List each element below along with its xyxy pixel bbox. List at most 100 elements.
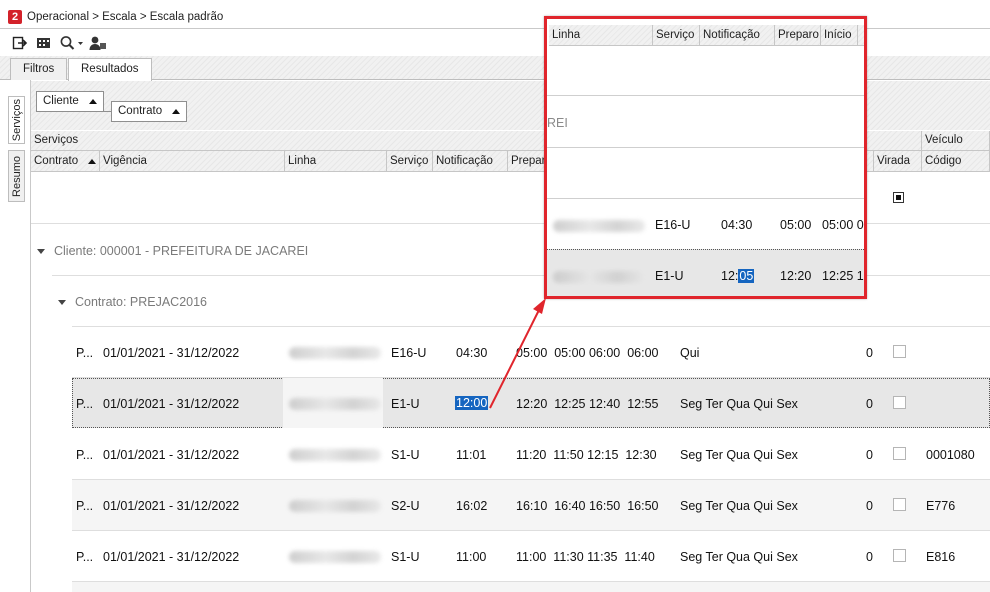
zoom-cell-servico: E1-U xyxy=(655,269,684,283)
cell-notificacao: 11:01 xyxy=(456,448,487,462)
zoom-col-preparo: Preparo xyxy=(775,25,821,46)
cell-value: 0 xyxy=(866,346,873,360)
cell-servico: E16-U xyxy=(391,346,427,360)
zoom-divider xyxy=(547,95,864,96)
side-tab-servicos-label: Serviços xyxy=(10,98,23,142)
side-tab-resumo[interactable]: Resumo xyxy=(8,150,25,202)
cell-vigencia: 01/01/2021 - 31/12/2022 xyxy=(103,499,240,513)
zoom-notificacao-prefix: 12: xyxy=(721,269,739,283)
side-tab-resumo-label: Resumo xyxy=(10,155,23,197)
cell-dias: Seg Ter Qua Qui Sex xyxy=(680,448,798,462)
sort-asc-icon xyxy=(88,99,97,104)
band-veiculo: Veículo xyxy=(922,131,990,151)
zoom-cell-inicio: 05:00 0 xyxy=(822,218,864,232)
filter-checkbox-mark xyxy=(896,195,901,200)
group-row-cliente[interactable]: Cliente: 000001 - PREFEITURA DE JACAREI xyxy=(37,244,308,258)
collapse-icon[interactable] xyxy=(58,299,66,305)
cell-dias: Seg Ter Qua Qui Sex xyxy=(680,550,798,564)
sort-asc-icon xyxy=(172,109,181,114)
zoom-cell-servico: E16-U xyxy=(655,218,691,232)
col-header-contrato[interactable]: Contrato xyxy=(31,151,100,172)
collapse-icon[interactable] xyxy=(37,248,45,254)
zoom-cell-notificacao: 12:05 xyxy=(721,269,755,283)
cell-contrato: P... xyxy=(76,550,94,564)
cell-horarios: 11:20 11:50 12:15 12:30 xyxy=(516,448,657,462)
group-row-contrato-label: Contrato: PREJAC2016 xyxy=(75,295,208,309)
cell-value: 0 xyxy=(866,448,873,462)
group-chip-contrato[interactable]: Contrato xyxy=(111,101,188,122)
zoom-cell-preparo: 05:00 xyxy=(780,218,812,232)
cell-vigencia: 01/01/2021 - 31/12/2022 xyxy=(103,397,240,411)
virada-checkbox[interactable] xyxy=(893,345,906,358)
cell-contrato: P... xyxy=(76,397,94,411)
redacted-linha xyxy=(289,551,381,563)
virada-checkbox[interactable] xyxy=(893,549,906,562)
zoom-cell-notificacao: 04:30 xyxy=(721,218,753,232)
zoom-cell-inicio: 12:25 1 xyxy=(822,269,864,283)
cell-codigo: E776 xyxy=(926,499,956,513)
group-chip-cliente[interactable]: Cliente xyxy=(36,91,104,112)
zoom-col-linha: Linha xyxy=(549,25,653,46)
col-header-vigencia[interactable]: Vigência xyxy=(100,151,285,172)
cell-value: 0 xyxy=(866,397,873,411)
cell-value: 0 xyxy=(866,499,873,513)
col-header-virada[interactable]: Virada xyxy=(874,151,922,172)
zoom-redacted-linha xyxy=(553,271,645,283)
cell-contrato: P... xyxy=(76,346,94,360)
cell-horarios: 16:10 16:40 16:50 16:50 xyxy=(516,499,659,513)
zoom-group-fragment: REI xyxy=(547,116,568,130)
zoom-cell-preparo: 12:20 xyxy=(780,269,812,283)
cell-dias: Seg Ter Qua Qui Sex xyxy=(680,499,798,513)
film-icon[interactable] xyxy=(34,34,54,52)
cell-codigo: E816 xyxy=(926,550,956,564)
tab-resultados[interactable]: Resultados xyxy=(68,58,152,81)
virada-checkbox[interactable] xyxy=(893,447,906,460)
cell-contrato: P... xyxy=(76,448,94,462)
zoom-col-servico: Serviço xyxy=(653,25,700,46)
cell-vigencia: 01/01/2021 - 31/12/2022 xyxy=(103,550,240,564)
zoom-col-edge xyxy=(858,25,864,46)
search-icon[interactable] xyxy=(58,34,86,52)
col-header-contrato-label: Contrato xyxy=(34,155,79,167)
export-icon[interactable] xyxy=(11,34,29,52)
zoom-callout: Linha Serviço Notificação Preparo Início… xyxy=(544,16,867,299)
zoom-col-inicio: Início xyxy=(821,25,858,46)
tab-filtros[interactable]: Filtros xyxy=(10,58,68,80)
cell-dias: Seg Ter Qua Qui Sex xyxy=(680,397,798,411)
cell-value: 0 xyxy=(866,550,873,564)
col-header-notificacao[interactable]: Notificação xyxy=(433,151,508,172)
redacted-linha xyxy=(289,449,381,461)
zoom-redacted-linha xyxy=(553,220,645,232)
group-chip-contrato-label: Contrato xyxy=(118,105,163,117)
col-header-servico[interactable]: Serviço xyxy=(387,151,433,172)
sort-asc-icon xyxy=(88,159,97,164)
col-header-codigo[interactable]: Código xyxy=(922,151,990,172)
cell-dias: Qui xyxy=(680,346,700,360)
user-icon[interactable] xyxy=(88,34,108,52)
cell-servico: S2-U xyxy=(391,499,420,513)
callout-arrow-icon xyxy=(489,298,546,409)
cell-notificacao: 11:00 xyxy=(456,550,487,564)
virada-checkbox[interactable] xyxy=(893,396,906,409)
table-row-partial xyxy=(72,582,990,592)
cell-horarios: 11:00 11:30 11:35 11:40 xyxy=(516,550,655,564)
redacted-linha xyxy=(289,500,381,512)
group-row-contrato[interactable]: Contrato: PREJAC2016 xyxy=(58,295,207,309)
col-header-linha[interactable]: Linha xyxy=(285,151,387,172)
zoom-selected-text: 05 xyxy=(738,269,755,283)
virada-checkbox[interactable] xyxy=(893,498,906,511)
zoom-divider xyxy=(547,147,864,148)
group-row-cliente-label: Cliente: 000001 - PREFEITURA DE JACAREI xyxy=(54,244,309,258)
cell-servico: S1-U xyxy=(391,550,420,564)
redacted-linha xyxy=(289,347,381,359)
group-connector xyxy=(70,111,112,112)
redacted-linha xyxy=(289,398,381,410)
filter-checkbox[interactable] xyxy=(893,192,904,203)
breadcrumb: Operacional > Escala > Escala padrão xyxy=(27,11,224,23)
cell-contrato: P... xyxy=(76,499,94,513)
side-tab-servicos[interactable]: Serviços xyxy=(8,96,25,144)
row-divider xyxy=(72,530,990,531)
cell-servico: S1-U xyxy=(391,448,420,462)
group-connector-stub xyxy=(70,111,71,112)
cell-vigencia: 01/01/2021 - 31/12/2022 xyxy=(103,346,240,360)
